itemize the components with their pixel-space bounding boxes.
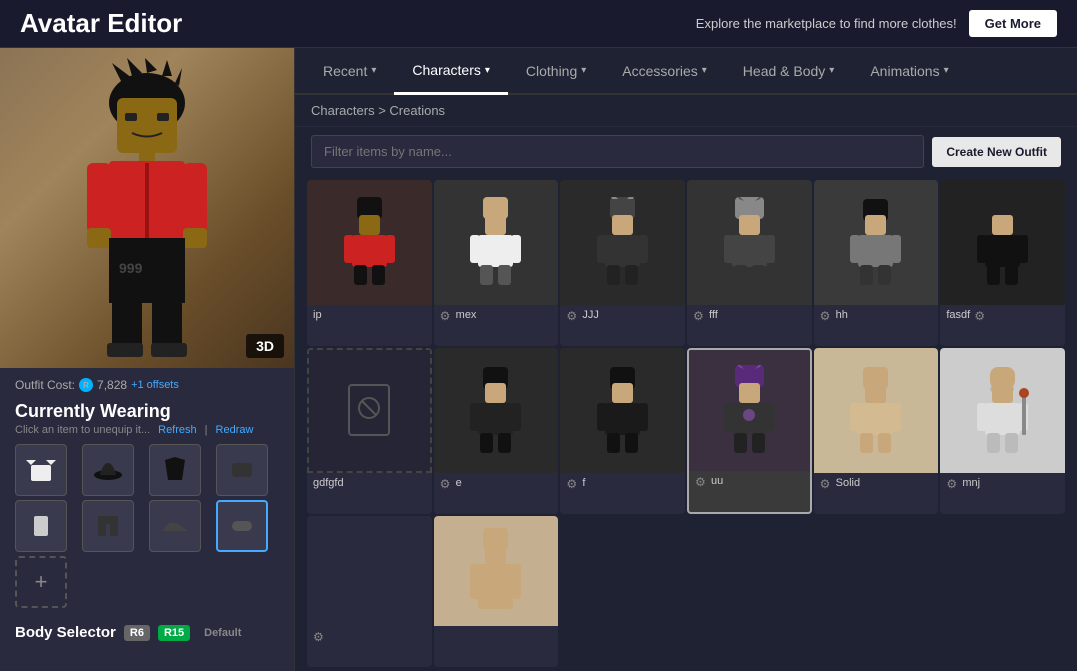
breadcrumb-separator: > [378,103,386,118]
outfit-card-jjj[interactable]: ⚙ JJJ [560,180,685,346]
outfit-card-mnj[interactable]: ⚙ mnj [940,348,1065,514]
gear-icon-jjj: ⚙ [566,309,578,321]
worn-items-grid: + [0,436,294,616]
gear-icon-fasdf: ⚙ [974,309,986,321]
worn-item-pants[interactable] [82,500,134,552]
default-badge: Default [198,625,247,641]
cost-offsets: +1 offsets [131,379,179,391]
outfit-card-solid[interactable]: ⚙ Solid [814,348,939,514]
tab-clothing[interactable]: Clothing ▾ [508,48,604,93]
hint-text: Click an item to unequip it... [15,424,150,436]
outfit-name-jjj: ⚙ JJJ [560,305,685,325]
tabs-bar: Recent ▾ Characters ▾ Clothing ▾ Accesso… [295,48,1077,95]
breadcrumb-current: Creations [389,103,445,118]
robux-icon: R [79,378,93,392]
tab-characters[interactable]: Characters ▾ [394,48,508,95]
tab-animations-arrow: ▾ [944,65,949,76]
gear-icon-mex: ⚙ [440,309,452,321]
filter-input[interactable] [311,135,924,168]
worn-item-acc1[interactable] [216,444,268,496]
tab-clothing-arrow: ▾ [581,65,586,76]
refresh-link[interactable]: Refresh [158,424,197,436]
breadcrumb-parent[interactable]: Characters [311,103,375,118]
outfit-name-ip: ip [307,305,432,325]
outfit-card-plain[interactable] [434,516,559,667]
outfit-card-mex[interactable]: ⚙ mex [434,180,559,346]
outfit-name-hh: ⚙ hh [814,305,939,325]
worn-item-acc2[interactable] [216,500,268,552]
outfit-card-e[interactable]: ⚙ e [434,348,559,514]
gear-icon-extra: ⚙ [313,630,325,642]
gear-icon-fff: ⚙ [693,309,705,321]
tab-recent[interactable]: Recent ▾ [305,48,394,93]
tab-accessories[interactable]: Accessories ▾ [604,48,725,93]
breadcrumb: Characters > Creations [295,95,1077,127]
body-selector: Body Selector R6 R15 Default [0,616,294,649]
currently-wearing-title: Currently Wearing [0,401,294,422]
main-content: 999 3D Outfit Cost: R 7,828 +1 offsets C… [0,48,1077,671]
tab-head-body[interactable]: Head & Body ▾ [725,48,853,93]
outfit-name-extra: ⚙ [307,626,432,646]
outfit-card-ip[interactable]: ip [307,180,432,346]
gear-icon-e: ⚙ [440,477,452,489]
outfit-name-mnj: ⚙ mnj [940,473,1065,493]
create-outfit-button[interactable]: Create New Outfit [932,137,1061,167]
outfit-name-uu: ⚙ uu [689,471,810,491]
get-more-button[interactable]: Get More [969,10,1057,37]
outfit-name-mex: ⚙ mex [434,305,559,325]
3d-badge: 3D [246,334,284,358]
avatar-svg: 999 [67,58,227,358]
outfit-name-gdfgfd: gdfgfd [307,473,432,493]
gear-icon-f: ⚙ [566,477,578,489]
r6-badge[interactable]: R6 [124,625,150,641]
redraw-link[interactable]: Redraw [216,424,254,436]
marketplace-bar: Explore the marketplace to find more clo… [696,10,1057,37]
gear-icon-uu: ⚙ [695,475,707,487]
tab-recent-arrow: ▾ [371,65,376,76]
click-hint: Click an item to unequip it... Refresh|R… [0,424,294,436]
outfit-name-solid: ⚙ Solid [814,473,939,493]
outfit-card-fasdf[interactable]: fasdf ⚙ [940,180,1065,346]
outfit-cost: Outfit Cost: R 7,828 +1 offsets [15,378,279,392]
marketplace-text: Explore the marketplace to find more clo… [696,16,957,31]
outfits-grid: ip ⚙ mex [295,176,1077,671]
outfit-card-f[interactable]: ⚙ f [560,348,685,514]
top-bar: Avatar Editor Explore the marketplace to… [0,0,1077,48]
outfit-name-f: ⚙ f [560,473,685,493]
left-panel: 999 3D Outfit Cost: R 7,828 +1 offsets C… [0,48,295,671]
avatar-preview: 999 3D [0,48,294,368]
outfit-card-hh[interactable]: ⚙ hh [814,180,939,346]
worn-item-shirt2[interactable] [15,500,67,552]
outfit-card-fff[interactable]: ⚙ fff [687,180,812,346]
right-panel: Recent ▾ Characters ▾ Clothing ▾ Accesso… [295,48,1077,671]
gear-icon-solid: ⚙ [820,477,832,489]
svg-text:999: 999 [119,260,143,276]
outfit-name-plain [434,626,559,634]
cost-amount: 7,828 [97,378,127,392]
tab-head-body-arrow: ▾ [829,65,834,76]
worn-item-shoes[interactable] [149,500,201,552]
tab-animations[interactable]: Animations ▾ [852,48,966,93]
tab-accessories-arrow: ▾ [702,65,707,76]
outfit-name-fff: ⚙ fff [687,305,812,325]
outfit-card-extra[interactable]: ⚙ [307,516,432,667]
worn-item-hat[interactable] [82,444,134,496]
outfit-card-uu[interactable]: ⚙ uu [687,348,812,514]
gear-icon-hh: ⚙ [820,309,832,321]
outfit-info: Outfit Cost: R 7,828 +1 offsets [0,368,294,397]
app-title: Avatar Editor [20,8,182,39]
outfit-cost-label: Outfit Cost: [15,378,75,392]
empty-outfit-icon [344,380,394,440]
add-item-slot[interactable]: + [15,556,67,608]
worn-item-hair[interactable] [149,444,201,496]
filter-bar: Create New Outfit [295,127,1077,176]
outfit-name-e: ⚙ e [434,473,559,493]
gear-icon-mnj: ⚙ [946,477,958,489]
outfit-card-gdfgfd[interactable]: gdfgfd [307,348,432,514]
outfit-name-fasdf: fasdf ⚙ [940,305,1065,325]
worn-item-shirt[interactable] [15,444,67,496]
body-selector-title: Body Selector [15,624,116,641]
r15-badge[interactable]: R15 [158,625,190,641]
tab-characters-arrow: ▾ [485,65,490,76]
